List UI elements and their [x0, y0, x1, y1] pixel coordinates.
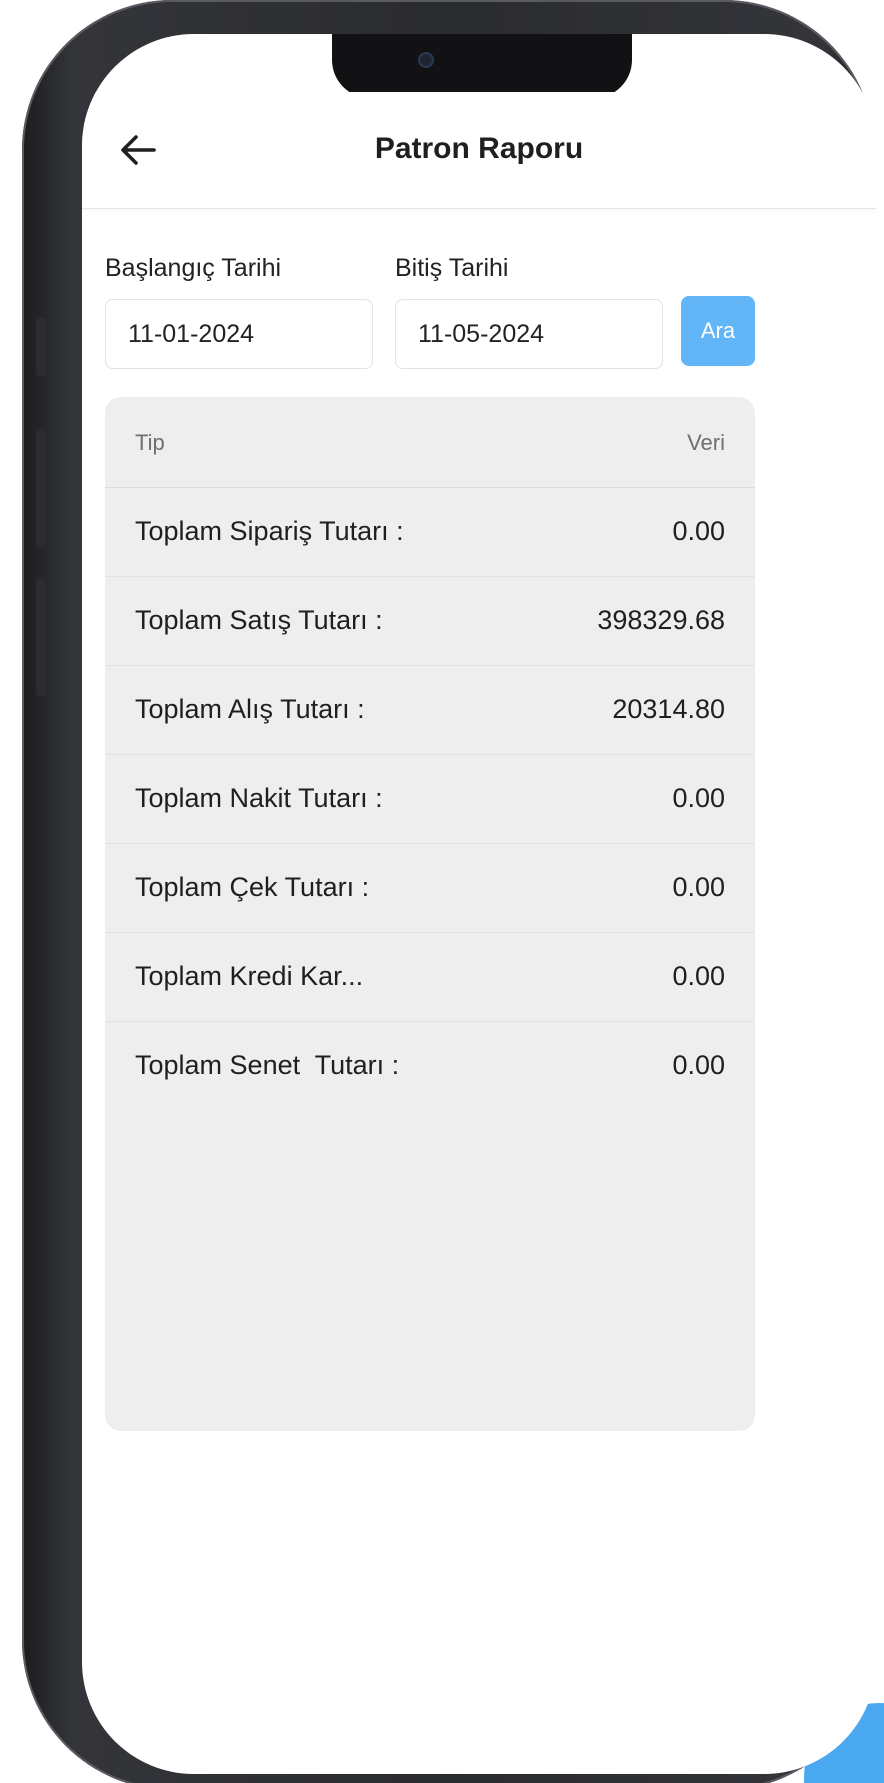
row-value: 0.00	[672, 783, 725, 813]
row-value: 398329.68	[597, 605, 725, 635]
row-label: Toplam Senet Tutarı :	[135, 1050, 400, 1080]
table-row: Toplam Kredi Kar... 0.00	[105, 933, 755, 1022]
table-header: Tip Veri	[105, 397, 755, 488]
phone-frame: Patron Raporu Başlangıç Tarihi Bitiş Tar…	[22, 0, 876, 1783]
table-row: Toplam Nakit Tutarı : 0.00	[105, 755, 755, 844]
row-label: Toplam Alış Tutarı :	[135, 694, 365, 724]
end-date-input[interactable]: 11-05-2024	[395, 299, 663, 369]
row-value: 20314.80	[612, 694, 725, 724]
start-date-input[interactable]: 11-01-2024	[105, 299, 373, 369]
app-header: Patron Raporu	[82, 92, 876, 209]
row-label: Toplam Sipariş Tutarı :	[135, 516, 404, 546]
table-row: Toplam Satış Tutarı : 398329.68	[105, 577, 755, 666]
row-label: Toplam Nakit Tutarı :	[135, 783, 383, 813]
row-label: Toplam Satış Tutarı :	[135, 605, 383, 635]
search-button[interactable]: Ara	[681, 296, 755, 366]
report-table: Tip Veri Toplam Sipariş Tutarı : 0.00 To…	[105, 397, 755, 1431]
start-date-label: Başlangıç Tarihi	[105, 254, 282, 282]
stage: Patron Raporu Başlangıç Tarihi Bitiş Tar…	[0, 0, 884, 1783]
side-button-volume-down	[36, 578, 46, 696]
row-value: 0.00	[672, 872, 725, 902]
side-button-mute	[36, 318, 46, 376]
row-label: Toplam Kredi Kar...	[135, 961, 364, 991]
table-row: Toplam Senet Tutarı : 0.00	[105, 1022, 755, 1110]
column-header-type: Tip	[135, 430, 165, 455]
camera-icon	[418, 52, 434, 68]
row-value: 0.00	[672, 961, 725, 991]
end-date-label: Bitiş Tarihi	[395, 254, 509, 282]
phone-screen: Patron Raporu Başlangıç Tarihi Bitiş Tar…	[82, 34, 876, 1774]
row-value: 0.00	[672, 516, 725, 546]
table-row: Toplam Alış Tutarı : 20314.80	[105, 666, 755, 755]
table-row: Toplam Çek Tutarı : 0.00	[105, 844, 755, 933]
page-title: Patron Raporu	[374, 132, 584, 165]
side-button-volume-up	[36, 430, 46, 548]
notch	[332, 34, 632, 98]
table-row: Toplam Sipariş Tutarı : 0.00	[105, 488, 755, 577]
column-header-value: Veri	[687, 430, 725, 455]
row-value: 0.00	[672, 1050, 725, 1080]
row-label: Toplam Çek Tutarı :	[135, 872, 370, 902]
